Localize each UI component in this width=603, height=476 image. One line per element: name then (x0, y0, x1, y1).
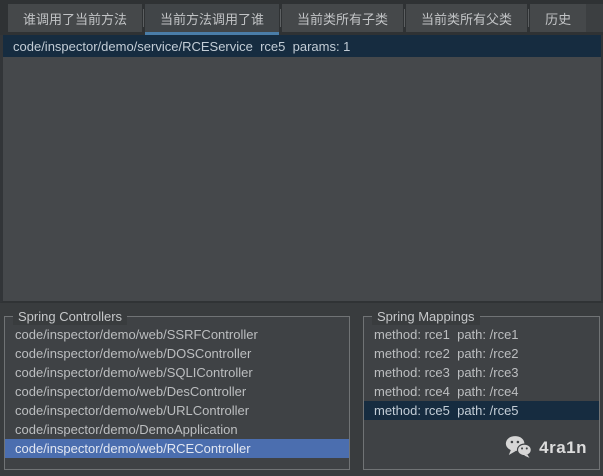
tab-separator (143, 9, 145, 27)
tab-all-subclasses[interactable]: 当前类所有子类 (282, 4, 404, 32)
call-result-row[interactable]: code/inspector/demo/service/RCEService r… (3, 35, 601, 57)
tab-separator (280, 9, 282, 27)
spring-controllers-panel: Spring Controllers code/inspector/demo/w… (4, 308, 350, 470)
tab-bar: 谁调用了当前方法 当前方法调用了谁 当前类所有子类 当前类所有父类 历史 (0, 0, 603, 35)
controller-list-item[interactable]: code/inspector/demo/web/SSRFController (5, 325, 349, 344)
mappings-list: method: rce1 path: /rce1 method: rce2 pa… (364, 317, 599, 420)
controller-list-item[interactable]: code/inspector/demo/web/SQLIController (5, 363, 349, 382)
watermark: 4ra1n (505, 435, 587, 461)
mapping-list-item[interactable]: method: rce4 path: /rce4 (364, 382, 599, 401)
spring-mappings-panel: Spring Mappings method: rce1 path: /rce1… (363, 308, 600, 470)
tab-separator (528, 9, 530, 27)
controller-list-item[interactable]: code/inspector/demo/DemoApplication (5, 420, 349, 439)
spring-mappings-title: Spring Mappings (372, 308, 480, 325)
mapping-list-item[interactable]: method: rce1 path: /rce1 (364, 325, 599, 344)
watermark-label: 4ra1n (539, 438, 587, 457)
bottom-section: Spring Controllers code/inspector/demo/w… (0, 303, 603, 476)
wechat-icon (505, 435, 533, 461)
code-inspector-plugin-window: 谁调用了当前方法 当前方法调用了谁 当前类所有子类 当前类所有父类 历史 cod… (0, 0, 603, 476)
tab-who-called-current-method[interactable]: 谁调用了当前方法 (8, 4, 143, 32)
controller-list-item[interactable]: code/inspector/demo/web/DesController (5, 382, 349, 401)
controllers-list: code/inspector/demo/web/SSRFController c… (5, 317, 349, 458)
mapping-list-item-selected[interactable]: method: rce5 path: /rce5 (364, 401, 599, 420)
spring-controllers-title: Spring Controllers (13, 308, 128, 325)
controller-list-item[interactable]: code/inspector/demo/web/DOSController (5, 344, 349, 363)
tab-separator (404, 9, 406, 27)
mapping-list-item[interactable]: method: rce3 path: /rce3 (364, 363, 599, 382)
controller-list-item[interactable]: code/inspector/demo/web/URLController (5, 401, 349, 420)
tab-all-superclasses[interactable]: 当前类所有父类 (406, 4, 528, 32)
tab-current-method-calls-who[interactable]: 当前方法调用了谁 (145, 4, 280, 35)
tab-bar-filler (586, 4, 603, 32)
mapping-list-item[interactable]: method: rce2 path: /rce2 (364, 344, 599, 363)
tab-history[interactable]: 历史 (530, 4, 587, 32)
call-result-list: code/inspector/demo/service/RCEService r… (0, 35, 603, 303)
controller-list-item-selected[interactable]: code/inspector/demo/web/RCEController (5, 439, 349, 458)
